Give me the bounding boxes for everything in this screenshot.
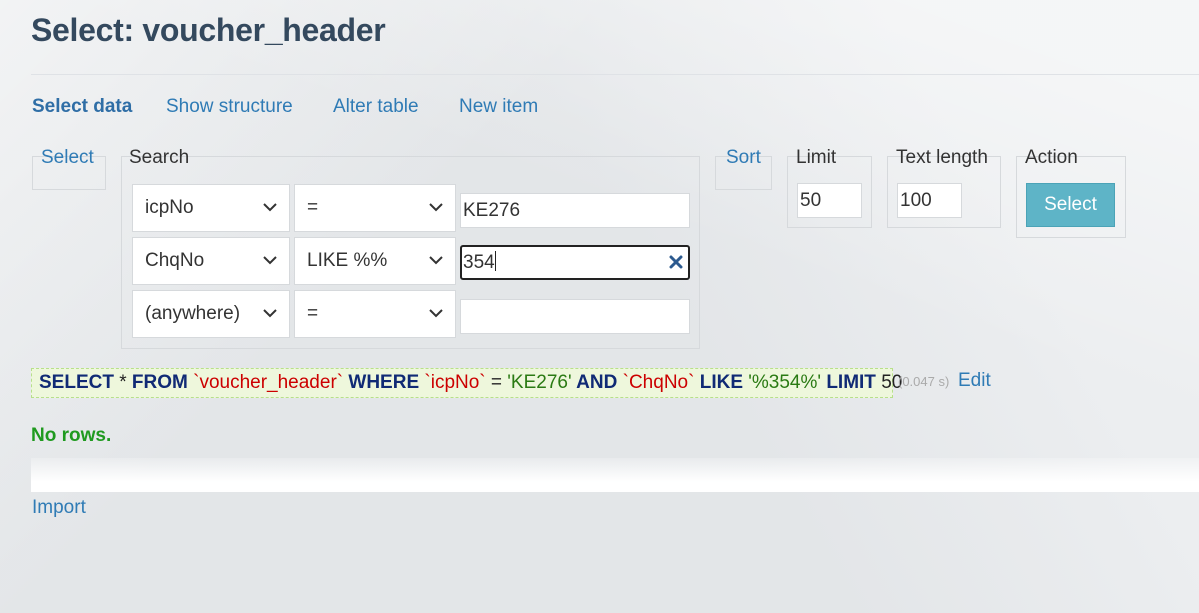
- select-fieldset: Select: [32, 147, 106, 190]
- sql-keyword: WHERE: [348, 372, 420, 393]
- sql-keyword: LIMIT: [826, 372, 876, 393]
- results-band: [31, 458, 1199, 492]
- sql-identifier: `ChqNo`: [617, 372, 700, 393]
- sql-string: '%354%': [743, 372, 827, 393]
- search-column-select-2[interactable]: ChqNo: [132, 237, 290, 285]
- search-operator-value-2: LIKE %%: [307, 250, 388, 271]
- sql-text: *: [113, 372, 132, 393]
- search-legend: Search: [129, 147, 190, 168]
- search-operator-value-3: =: [307, 303, 319, 324]
- limit-legend: Limit: [796, 147, 837, 168]
- text-length-legend: Text length: [896, 147, 988, 168]
- new-item-link[interactable]: New item: [459, 96, 538, 118]
- sort-legend[interactable]: Sort: [724, 147, 763, 169]
- search-fieldset: Search icpNo = KE276 ChqNo LIKE %% 354 (…: [121, 147, 700, 349]
- select-legend[interactable]: Select: [39, 147, 96, 169]
- no-rows-message: No rows.: [31, 425, 112, 446]
- select-page: Select: voucher_header Select data Show …: [0, 0, 1199, 613]
- import-link[interactable]: Import: [32, 497, 86, 519]
- show-structure-link[interactable]: Show structure: [166, 96, 293, 118]
- divider: [31, 74, 1199, 75]
- sql-identifier: `icpNo`: [419, 372, 491, 393]
- search-column-select-1[interactable]: icpNo: [132, 184, 290, 232]
- search-column-value-3: (anywhere): [145, 303, 241, 324]
- chevron-down-icon: [429, 256, 443, 265]
- chevron-down-icon: [263, 256, 277, 265]
- limit-value: 50: [800, 190, 822, 211]
- chevron-down-icon: [263, 309, 277, 318]
- action-fieldset: Action Select: [1016, 147, 1126, 238]
- sql-keyword: AND: [571, 372, 618, 393]
- sql-keyword: LIKE: [699, 372, 743, 393]
- edit-query-link[interactable]: Edit: [958, 370, 991, 392]
- search-value-text-2: 354: [463, 252, 495, 273]
- search-operator-select-1[interactable]: =: [294, 184, 456, 232]
- limit-input[interactable]: 50: [797, 183, 862, 218]
- alter-table-link[interactable]: Alter table: [333, 96, 419, 118]
- sql-keyword: SELECT: [39, 372, 114, 393]
- sort-fieldset: Sort: [715, 147, 772, 190]
- search-column-value-2: ChqNo: [145, 250, 205, 271]
- clear-icon[interactable]: [669, 255, 683, 269]
- search-operator-value-1: =: [307, 197, 319, 218]
- sql-keyword: FROM: [131, 372, 188, 393]
- sql-identifier: `voucher_header`: [187, 372, 349, 393]
- text-length-value: 100: [900, 190, 932, 211]
- chevron-down-icon: [429, 203, 443, 212]
- search-value-input-1[interactable]: KE276: [460, 193, 690, 228]
- search-value-input-2[interactable]: 354: [460, 245, 690, 280]
- chevron-down-icon: [263, 203, 277, 212]
- text-length-fieldset: Text length 100: [887, 147, 1001, 228]
- search-column-select-3[interactable]: (anywhere): [132, 290, 290, 338]
- text-caret: [494, 251, 496, 272]
- query-time: (0.047 s): [898, 374, 950, 389]
- action-legend: Action: [1025, 147, 1078, 168]
- limit-fieldset: Limit 50: [787, 147, 872, 228]
- text-length-input[interactable]: 100: [897, 183, 962, 218]
- page-title: Select: voucher_header: [31, 12, 386, 48]
- search-column-value-1: icpNo: [145, 197, 194, 218]
- chevron-down-icon: [429, 309, 443, 318]
- select-button[interactable]: Select: [1026, 183, 1115, 227]
- search-operator-select-3[interactable]: =: [294, 290, 456, 338]
- sql-string: 'KE276': [507, 372, 572, 393]
- select-data-link[interactable]: Select data: [32, 96, 132, 118]
- sql-query: SELECT * FROM `voucher_header` WHERE `ic…: [31, 368, 902, 398]
- search-value-text-1: KE276: [463, 200, 521, 221]
- search-value-input-3[interactable]: [460, 299, 690, 334]
- search-operator-select-2[interactable]: LIKE %%: [294, 237, 456, 285]
- sql-text: =: [490, 372, 508, 393]
